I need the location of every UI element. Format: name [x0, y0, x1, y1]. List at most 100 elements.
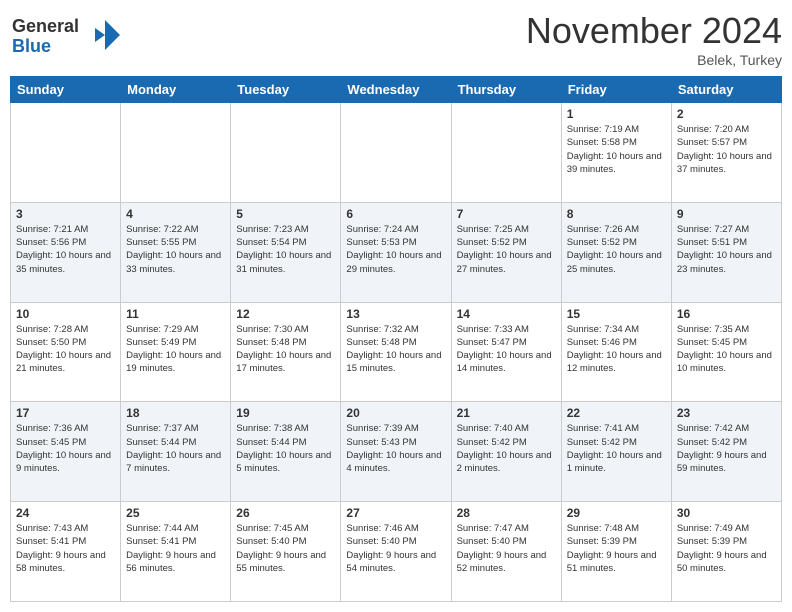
day-number: 19: [236, 406, 335, 420]
calendar-cell: 24 Sunrise: 7:43 AMSunset: 5:41 PMDayligh…: [11, 502, 121, 602]
day-number: 30: [677, 506, 776, 520]
day-info: Sunrise: 7:43 AMSunset: 5:41 PMDaylight:…: [16, 522, 115, 575]
day-info: Sunrise: 7:34 AMSunset: 5:46 PMDaylight:…: [567, 323, 666, 376]
day-number: 15: [567, 307, 666, 321]
col-sunday: Sunday: [11, 77, 121, 103]
day-number: 9: [677, 207, 776, 221]
day-number: 8: [567, 207, 666, 221]
calendar-cell: [11, 103, 121, 203]
day-number: 27: [346, 506, 445, 520]
calendar-cell: 23Sunrise: 7:42 AMSunset: 5:42 PMDayligh…: [671, 402, 781, 502]
svg-text:Blue: Blue: [12, 36, 51, 56]
day-number: 21: [457, 406, 556, 420]
day-number: 16: [677, 307, 776, 321]
day-info: Sunrise: 7:45 AMSunset: 5:40 PMDaylight:…: [236, 522, 335, 575]
day-number: 12: [236, 307, 335, 321]
col-tuesday: Tuesday: [231, 77, 341, 103]
calendar-cell: 16 Sunrise: 7:35 AMSunset: 5:45 PMDayligh…: [671, 302, 781, 402]
day-info: Sunrise: 7:29 AMSunset: 5:49 PMDaylight:…: [126, 323, 225, 376]
calendar-cell: [231, 103, 341, 203]
day-number: 6: [346, 207, 445, 221]
day-info: Sunrise: 7:36 AMSunset: 5:45 PMDaylight:…: [16, 422, 115, 475]
day-info: Sunrise: 7:22 AMSunset: 5:55 PMDaylight:…: [126, 223, 225, 276]
day-info: Sunrise: 7:24 AMSunset: 5:53 PMDaylight:…: [346, 223, 445, 276]
day-info: Sunrise: 7:40 AMSunset: 5:42 PMDaylight:…: [457, 422, 556, 475]
calendar-table: Sunday Monday Tuesday Wednesday Thursday…: [10, 76, 782, 602]
calendar-week-2: 3Sunrise: 7:21 AMSunset: 5:56 PMDaylight…: [11, 202, 782, 302]
page: General Blue November 2024 Belek, Turkey…: [0, 0, 792, 612]
day-info: Sunrise: 7:23 AMSunset: 5:54 PMDaylight:…: [236, 223, 335, 276]
calendar-cell: 26 Sunrise: 7:45 AMSunset: 5:40 PMDayligh…: [231, 502, 341, 602]
day-info: Sunrise: 7:41 AMSunset: 5:42 PMDaylight:…: [567, 422, 666, 475]
calendar-cell: 8 Sunrise: 7:26 AMSunset: 5:52 PMDaylight…: [561, 202, 671, 302]
calendar-cell: 3Sunrise: 7:21 AMSunset: 5:56 PMDaylight…: [11, 202, 121, 302]
day-info: Sunrise: 7:47 AMSunset: 5:40 PMDaylight:…: [457, 522, 556, 575]
calendar-cell: 29 Sunrise: 7:48 AMSunset: 5:39 PMDayligh…: [561, 502, 671, 602]
calendar-cell: 28 Sunrise: 7:47 AMSunset: 5:40 PMDayligh…: [451, 502, 561, 602]
day-number: 14: [457, 307, 556, 321]
calendar-cell: 22 Sunrise: 7:41 AMSunset: 5:42 PMDayligh…: [561, 402, 671, 502]
calendar-cell: 27 Sunrise: 7:46 AMSunset: 5:40 PMDayligh…: [341, 502, 451, 602]
calendar-cell: 13 Sunrise: 7:32 AMSunset: 5:48 PMDayligh…: [341, 302, 451, 402]
day-info: Sunrise: 7:39 AMSunset: 5:43 PMDaylight:…: [346, 422, 445, 475]
calendar-cell: [121, 103, 231, 203]
day-info: Sunrise: 7:27 AMSunset: 5:51 PMDaylight:…: [677, 223, 776, 276]
day-number: 4: [126, 207, 225, 221]
calendar-cell: 14Sunrise: 7:33 AMSunset: 5:47 PMDayligh…: [451, 302, 561, 402]
day-info: Sunrise: 7:44 AMSunset: 5:41 PMDaylight:…: [126, 522, 225, 575]
day-info: Sunrise: 7:35 AMSunset: 5:45 PMDaylight:…: [677, 323, 776, 376]
day-number: 18: [126, 406, 225, 420]
calendar-cell: 2Sunrise: 7:20 AMSunset: 5:57 PMDaylight…: [671, 103, 781, 203]
calendar-cell: 15 Sunrise: 7:34 AMSunset: 5:46 PMDayligh…: [561, 302, 671, 402]
calendar-cell: 10 Sunrise: 7:28 AMSunset: 5:50 PMDayligh…: [11, 302, 121, 402]
calendar-week-3: 10 Sunrise: 7:28 AMSunset: 5:50 PMDayligh…: [11, 302, 782, 402]
day-number: 10: [16, 307, 115, 321]
day-info: Sunrise: 7:26 AMSunset: 5:52 PMDaylight:…: [567, 223, 666, 276]
col-friday: Friday: [561, 77, 671, 103]
logo-icon: General Blue: [10, 10, 120, 60]
location: Belek, Turkey: [526, 52, 782, 68]
logo: General Blue: [10, 10, 120, 65]
day-info: Sunrise: 7:38 AMSunset: 5:44 PMDaylight:…: [236, 422, 335, 475]
day-number: 5: [236, 207, 335, 221]
day-info: Sunrise: 7:32 AMSunset: 5:48 PMDaylight:…: [346, 323, 445, 376]
day-number: 28: [457, 506, 556, 520]
day-number: 29: [567, 506, 666, 520]
day-number: 11: [126, 307, 225, 321]
logo-text: General Blue: [10, 10, 120, 65]
calendar-cell: 6 Sunrise: 7:24 AMSunset: 5:53 PMDaylight…: [341, 202, 451, 302]
calendar-body: 1Sunrise: 7:19 AMSunset: 5:58 PMDaylight…: [11, 103, 782, 602]
calendar-cell: 4 Sunrise: 7:22 AMSunset: 5:55 PMDaylight…: [121, 202, 231, 302]
calendar-cell: 30 Sunrise: 7:49 AMSunset: 5:39 PMDayligh…: [671, 502, 781, 602]
day-number: 13: [346, 307, 445, 321]
header: General Blue November 2024 Belek, Turkey: [10, 10, 782, 68]
day-info: Sunrise: 7:20 AMSunset: 5:57 PMDaylight:…: [677, 123, 776, 176]
calendar-cell: 7Sunrise: 7:25 AMSunset: 5:52 PMDaylight…: [451, 202, 561, 302]
day-number: 17: [16, 406, 115, 420]
calendar-cell: 5 Sunrise: 7:23 AMSunset: 5:54 PMDaylight…: [231, 202, 341, 302]
calendar-week-5: 24 Sunrise: 7:43 AMSunset: 5:41 PMDayligh…: [11, 502, 782, 602]
day-number: 3: [16, 207, 115, 221]
day-number: 22: [567, 406, 666, 420]
col-wednesday: Wednesday: [341, 77, 451, 103]
calendar-cell: 9 Sunrise: 7:27 AMSunset: 5:51 PMDaylight…: [671, 202, 781, 302]
calendar-cell: 17 Sunrise: 7:36 AMSunset: 5:45 PMDayligh…: [11, 402, 121, 502]
day-number: 20: [346, 406, 445, 420]
day-number: 26: [236, 506, 335, 520]
calendar-cell: 11 Sunrise: 7:29 AMSunset: 5:49 PMDayligh…: [121, 302, 231, 402]
calendar-cell: 25 Sunrise: 7:44 AMSunset: 5:41 PMDayligh…: [121, 502, 231, 602]
calendar-cell: 12Sunrise: 7:30 AMSunset: 5:48 PMDayligh…: [231, 302, 341, 402]
day-number: 23: [677, 406, 776, 420]
calendar-header-row: Sunday Monday Tuesday Wednesday Thursday…: [11, 77, 782, 103]
day-info: Sunrise: 7:37 AMSunset: 5:44 PMDaylight:…: [126, 422, 225, 475]
day-info: Sunrise: 7:28 AMSunset: 5:50 PMDaylight:…: [16, 323, 115, 376]
day-info: Sunrise: 7:49 AMSunset: 5:39 PMDaylight:…: [677, 522, 776, 575]
day-info: Sunrise: 7:46 AMSunset: 5:40 PMDaylight:…: [346, 522, 445, 575]
day-number: 1: [567, 107, 666, 121]
calendar-cell: [341, 103, 451, 203]
day-number: 25: [126, 506, 225, 520]
day-info: Sunrise: 7:48 AMSunset: 5:39 PMDaylight:…: [567, 522, 666, 575]
svg-text:General: General: [12, 16, 79, 36]
day-number: 24: [16, 506, 115, 520]
month-title: November 2024: [526, 10, 782, 52]
